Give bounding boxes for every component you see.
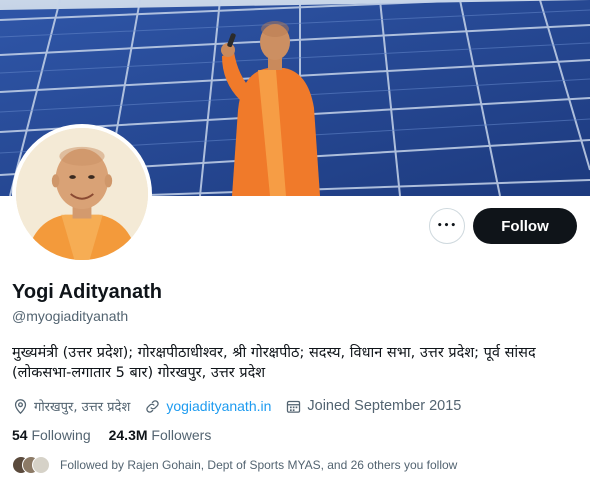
- profile-stats: 54 Following 24.3M Followers: [12, 427, 229, 443]
- location-text: गोरखपुर, उत्तर प्रदेश: [34, 400, 131, 415]
- followed-by-avatars: [12, 456, 50, 474]
- followers-link[interactable]: 24.3M Followers: [109, 427, 212, 443]
- followed-by-text: Followed by Rajen Gohain, Dept of Sports…: [60, 458, 458, 472]
- more-icon: •••: [436, 220, 458, 231]
- followers-count: 24.3M: [108, 427, 148, 443]
- following-count: 54: [12, 427, 28, 443]
- profile-bio: मुख्यमंत्री (उत्तर प्रदेश); गोरक्षपीठाधी…: [12, 345, 536, 381]
- website-item[interactable]: yogiadityanath.in: [144, 398, 271, 415]
- link-icon: [146, 399, 160, 413]
- joined-text: Joined September 2015: [307, 398, 462, 414]
- calendar-icon: [287, 400, 301, 413]
- more-options-button[interactable]: •••: [429, 208, 465, 244]
- profile-handle: @myogiadityanath: [12, 308, 129, 324]
- avatar-portrait-image: [16, 128, 148, 260]
- website-link[interactable]: yogiadityanath.in: [166, 398, 271, 414]
- follow-button[interactable]: Follow: [473, 208, 577, 244]
- location-icon: [14, 398, 27, 414]
- profile-meta: गोरखपुर, उत्तर प्रदेश yogiadityanath.in …: [12, 395, 475, 417]
- following-link[interactable]: 54 Following: [12, 427, 91, 443]
- location-item: गोरखपुर, उत्तर प्रदेश: [12, 397, 130, 415]
- followers-label: Followers: [151, 427, 212, 443]
- mini-avatar: [32, 456, 50, 474]
- joined-item: Joined September 2015: [285, 398, 461, 415]
- followed-by[interactable]: Followed by Rajen Gohain, Dept of Sports…: [12, 456, 457, 474]
- following-label: Following: [31, 427, 91, 443]
- profile-avatar[interactable]: [12, 124, 152, 264]
- profile-name: Yogi Adityanath: [12, 281, 162, 303]
